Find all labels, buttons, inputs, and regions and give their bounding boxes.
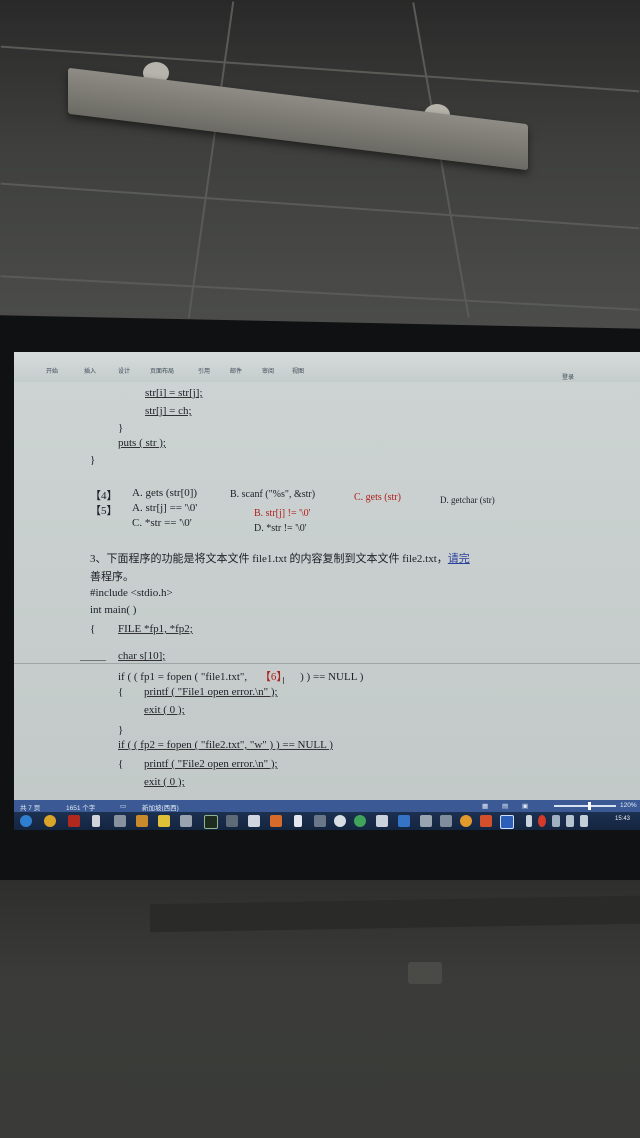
code-line: } [90,454,96,466]
tray-icon[interactable] [566,815,574,827]
app-icon[interactable] [270,815,282,827]
option-c: C. *str == '\0' [132,517,192,529]
code-line: int main( ) [90,604,137,616]
zoom-slider[interactable] [554,805,616,807]
proofing-icon[interactable]: ▭ [120,802,126,810]
chrome-icon[interactable] [44,815,56,827]
option-b-answer: B. str[j] != '\0' [254,508,311,519]
code-line: { [90,623,96,635]
code-line: printf ( "File1 open error.\n" ); [144,686,278,698]
tray-icon[interactable] [538,815,546,827]
tab-mailings[interactable]: 邮件 [230,366,242,375]
app-icon[interactable] [314,815,326,827]
code-line: if ( ( fp1 = fopen ( "file1.txt", 【6】 ) … [118,668,363,684]
tab-review[interactable]: 审阅 [262,366,274,375]
zoom-slider-handle[interactable] [588,802,591,810]
app-icon[interactable] [420,815,432,827]
document-page[interactable]: str[i] = str[j]; str[j] = ch; } puts ( s… [14,382,640,800]
code-line: { [118,686,124,698]
zoom-level[interactable]: 120% [620,802,637,809]
ceiling-grid-line [0,182,640,230]
option-d: D. getchar (str) [440,495,495,505]
tab-layout[interactable]: 页面布局 [150,366,174,375]
code-line: str[j] = ch; [145,405,192,417]
tray-arrow-icon[interactable] [526,815,532,827]
app-icon[interactable] [440,815,452,827]
question-3-link[interactable]: 请完 [448,553,470,565]
code-line: #include <stdio.h> [90,587,173,599]
ie-icon[interactable] [20,815,32,827]
code-line: puts ( str ); [118,437,166,449]
question-3-line2: 善程序。 [90,571,134,583]
tab-insert[interactable]: 插入 [84,366,96,375]
tab-design[interactable]: 设计 [118,366,130,375]
code-line: printf ( "File2 open error.\n" ); [144,758,278,770]
code-line: if ( ( fp2 = fopen ( "file2.txt", "w" ) … [118,739,333,751]
ceiling [0,0,640,330]
option-d: D. *str != '\0' [254,523,307,534]
code-line: str[i] = str[j]; [145,387,203,399]
app-icon[interactable] [334,815,346,827]
wall-outlet [408,962,442,984]
code-fragment: ) ) == NULL ) [300,671,364,683]
word-count[interactable]: 1651 个字 [66,802,95,812]
question-3-line1: 3、下面程序的功能是将文本文件 file1.txt 的内容复制到文本文件 fil… [90,553,448,565]
code-line: FILE *fp1, *fp2; [118,623,193,635]
code-line: } [118,422,124,434]
code-line: exit ( 0 ); [144,776,185,788]
ceiling-grid-line [187,1,235,319]
taskbar: 15:43 [14,812,640,830]
status-bar: 共 7 页 1651 个字 ▭ 新加坡(西西) ▦ ▤ ▣ 120% [14,800,640,812]
option-number: 【5】 [90,505,118,517]
read-mode-icon[interactable]: ▦ [482,802,488,810]
code-line: char s[10]; [118,650,166,662]
sign-in-link[interactable]: 登录 [562,372,574,381]
app-icon[interactable] [226,815,238,827]
tab-view[interactable]: 视图 [292,366,304,375]
tab-references[interactable]: 引用 [198,366,210,375]
terminal-icon[interactable] [204,815,218,829]
app-icon[interactable] [294,815,302,827]
app-icon[interactable] [92,815,100,827]
code-line: } [118,724,124,736]
app-icon[interactable] [460,815,472,827]
app-icon[interactable] [180,815,192,827]
print-layout-icon[interactable]: ▤ [502,802,508,810]
app-icon[interactable] [376,815,388,827]
taskbar-clock[interactable]: 15:43 [615,816,630,822]
page-count[interactable]: 共 7 页 [20,802,40,812]
powerpoint-icon[interactable] [480,815,492,827]
page-break-corner [80,660,106,661]
app-icon[interactable] [248,815,260,827]
code-line: { [118,758,124,770]
option-c-answer: C. gets (str) [354,492,401,503]
volume-icon[interactable] [580,815,588,827]
code-line: exit ( 0 ); [144,704,185,716]
tab-home[interactable]: 开始 [46,366,58,375]
web-layout-icon[interactable]: ▣ [522,802,528,810]
app-icon[interactable] [158,815,170,827]
code-fragment: if ( ( fp1 = fopen ( "file1.txt", [118,671,248,683]
filezilla-icon[interactable] [68,815,80,827]
projected-word-window: 开始 插入 设计 页面布局 引用 邮件 审阅 视图 登录 str[i] = st… [14,352,640,830]
word-icon[interactable] [500,815,514,829]
app-icon[interactable] [136,815,148,827]
option-a: A. gets (str[0]) [132,487,198,499]
tray-icon[interactable] [552,815,560,827]
option-b: B. scanf ("%s", &str) [230,489,316,500]
option-number: 【4】 [90,490,118,502]
ribbon: 开始 插入 设计 页面布局 引用 邮件 审阅 视图 登录 [14,352,640,382]
app-icon[interactable] [398,815,410,827]
language-indicator[interactable]: 新加坡(西西) [142,802,179,812]
app-icon[interactable] [354,815,366,827]
question-3-text: 3、下面程序的功能是将文本文件 file1.txt 的内容复制到文本文件 fil… [90,550,470,566]
blank-6: 【6】 [259,671,288,683]
option-a: A. str[j] == '\0' [132,502,198,514]
ceiling-grid-line [0,275,640,311]
page-break-line [14,663,640,664]
app-icon[interactable] [114,815,126,827]
